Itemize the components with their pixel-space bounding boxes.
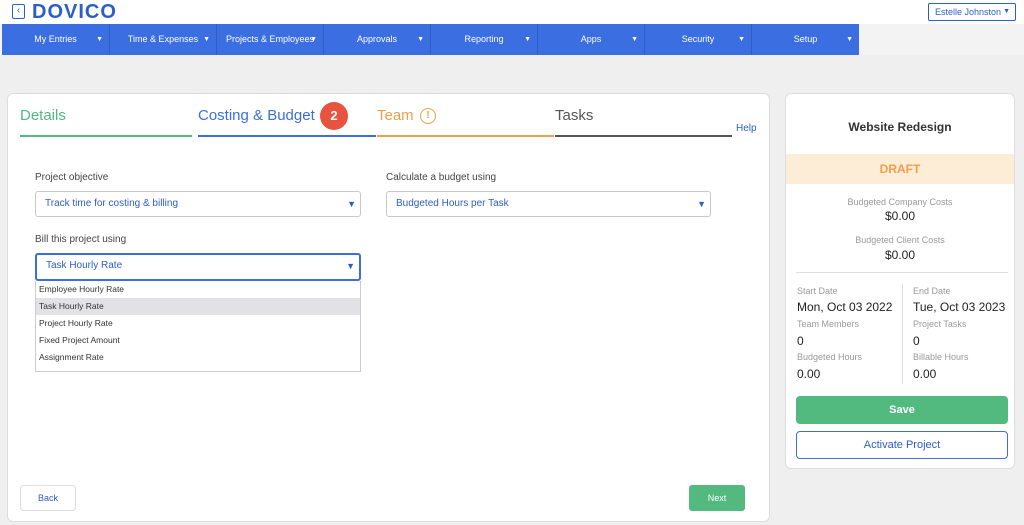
back-button[interactable]: Back: [20, 485, 76, 511]
budget-select[interactable]: Budgeted Hours per Task ▼: [386, 191, 711, 217]
budgeted-hours-label: Budgeted Hours: [797, 352, 863, 362]
client-costs-label: Budgeted Client Costs: [855, 235, 945, 245]
objective-label: Project objective: [35, 172, 109, 183]
project-title: Website Redesign: [848, 120, 952, 134]
caret-down-icon: ▼: [347, 199, 356, 209]
top-bar: ‹ DOVICO Estelle Johnston ▼: [0, 0, 1024, 24]
divider: [796, 272, 1008, 273]
caret-down-icon: ▼: [631, 36, 638, 43]
caret-down-icon: ▼: [846, 36, 853, 43]
chevron-left-icon[interactable]: ‹: [12, 4, 25, 19]
tab-label: Team: [377, 107, 414, 124]
caret-down-icon: ▼: [310, 36, 317, 43]
tab-details[interactable]: Details: [20, 105, 192, 137]
company-costs-label: Budgeted Company Costs: [847, 197, 953, 207]
nav-label: Time & Expenses: [127, 34, 199, 44]
caret-down-icon: ▼: [417, 36, 424, 43]
team-members-value: 0: [797, 334, 804, 348]
tab-team[interactable]: Team !: [377, 105, 554, 137]
option-assignment-rate[interactable]: Assignment Rate: [36, 349, 360, 366]
nav-label: Approvals: [356, 34, 398, 44]
tab-costing-budget[interactable]: Costing & Budget 2: [198, 102, 376, 137]
end-date-value: Tue, Oct 03 2023: [913, 300, 1006, 314]
budget-value: Budgeted Hours per Task: [396, 198, 509, 209]
bill-value: Task Hourly Rate: [46, 260, 123, 271]
nav-item-time-expenses[interactable]: Time & Expenses ▼: [110, 24, 217, 55]
nav-label: My Entries: [34, 34, 77, 44]
tab-label: Details: [20, 107, 66, 124]
caret-down-icon: ▼: [524, 36, 531, 43]
project-tasks-value: 0: [913, 334, 920, 348]
tab-underline: [198, 135, 376, 137]
nav-label: Setup: [793, 34, 818, 44]
project-wizard-card: Details Costing & Budget 2 Team ! Tasks …: [7, 93, 770, 522]
billable-hours-value: 0.00: [913, 367, 937, 381]
nav-item-reporting[interactable]: Reporting ▼: [431, 24, 538, 55]
option-task-hourly-rate[interactable]: Task Hourly Rate: [36, 298, 360, 315]
end-date-label: End Date: [913, 286, 951, 296]
warning-icon: !: [420, 108, 436, 124]
bill-options-dropdown: Employee Hourly Rate Task Hourly Rate Pr…: [35, 281, 361, 372]
caret-down-icon: ▼: [346, 261, 355, 271]
start-date-label: Start Date: [797, 286, 838, 296]
user-menu-button[interactable]: Estelle Johnston ▼: [928, 3, 1016, 21]
tab-underline: [377, 135, 554, 137]
main-nav: My Entries ▼ Time & Expenses ▼ Projects & …: [0, 24, 1024, 55]
billable-hours-label: Billable Hours: [913, 352, 969, 362]
team-members-label: Team Members: [797, 319, 860, 329]
option-project-hourly-rate[interactable]: Project Hourly Rate: [36, 315, 360, 332]
option-fixed-project-amount[interactable]: Fixed Project Amount: [36, 332, 360, 349]
activate-project-button[interactable]: Activate Project: [796, 431, 1008, 459]
company-costs-value: $0.00: [884, 209, 916, 223]
next-button[interactable]: Next: [689, 485, 745, 511]
bill-select[interactable]: Task Hourly Rate ▼: [35, 253, 361, 281]
start-date-value: Mon, Oct 03 2022: [797, 300, 893, 314]
nav-item-apps[interactable]: Apps ▼: [538, 24, 645, 55]
tab-tasks[interactable]: Tasks: [555, 105, 732, 137]
caret-down-icon: ▼: [96, 36, 103, 43]
caret-down-icon: ▼: [738, 36, 745, 43]
tab-label: Tasks: [555, 107, 594, 124]
save-button[interactable]: Save: [796, 396, 1008, 424]
nav-item-setup[interactable]: Setup ▼: [752, 24, 859, 55]
budgeted-hours-value: 0.00: [797, 367, 821, 381]
dovico-logo: DOVICO: [32, 1, 117, 23]
divider: [902, 284, 903, 384]
budget-label: Calculate a budget using: [386, 172, 497, 183]
status-badge: DRAFT: [786, 154, 1014, 184]
nav-item-approvals[interactable]: Approvals ▼: [324, 24, 431, 55]
bill-label: Bill this project using: [35, 234, 127, 245]
nav-label: Reporting: [464, 34, 504, 44]
nav-item-security[interactable]: Security ▼: [645, 24, 752, 55]
caret-down-icon: ▼: [203, 36, 210, 43]
objective-select[interactable]: Track time for costing & billing ▼: [35, 191, 361, 217]
nav-item-my-entries[interactable]: My Entries ▼: [2, 24, 110, 55]
nav-item-projects-employees[interactable]: Projects & Employees ▼: [217, 24, 324, 55]
step-badge: 2: [320, 102, 348, 130]
objective-value: Track time for costing & billing: [45, 198, 179, 209]
caret-down-icon: ▼: [1003, 8, 1010, 15]
nav-label: Projects & Employees: [225, 34, 315, 44]
option-employee-hourly-rate[interactable]: Employee Hourly Rate: [36, 281, 360, 298]
tab-underline: [20, 135, 192, 137]
project-tasks-label: Project Tasks: [913, 319, 967, 329]
client-costs-value: $0.00: [884, 248, 916, 262]
nav-label: Apps: [580, 34, 602, 44]
caret-down-icon: ▼: [697, 199, 706, 209]
tab-label: Costing & Budget: [198, 107, 315, 124]
tab-underline: [555, 135, 732, 137]
project-summary-panel: Website Redesign DRAFT Budgeted Company …: [785, 93, 1015, 469]
user-name: Estelle Johnston: [935, 7, 1002, 17]
help-link[interactable]: Help: [736, 123, 757, 134]
nav-label: Security: [681, 34, 715, 44]
